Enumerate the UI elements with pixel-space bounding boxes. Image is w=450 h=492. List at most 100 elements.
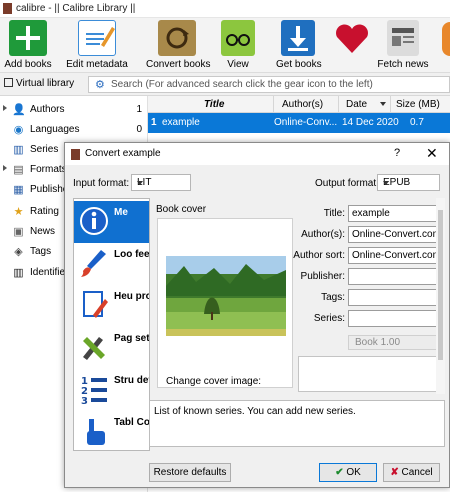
cell-authors: Online-Conv...: [274, 117, 338, 128]
cell-size: 0.7: [410, 117, 424, 128]
title-value: example: [352, 208, 390, 219]
fetch-news-label: Fetch news: [377, 59, 429, 70]
section-page-setup[interactable]: Pag setu: [74, 327, 150, 369]
author-sort-value: Online-Convert.com: [352, 250, 440, 261]
scrollbar-thumb[interactable]: [438, 210, 443, 360]
series-index-spinbox[interactable]: Book 1.00: [348, 335, 440, 350]
search-bar: Virtual library ⚙ Search (For advanced s…: [0, 73, 450, 96]
expand-arrow-icon[interactable]: [3, 105, 7, 111]
section-label: Me: [114, 207, 128, 218]
chevron-down-icon: [137, 181, 143, 185]
authors-field[interactable]: Online-Convert.com: [348, 226, 440, 243]
app-titlebar: calibre - || Calibre Library ||: [0, 0, 450, 18]
section-label: Loo feel: [114, 249, 150, 260]
newspaper-icon: ▣: [13, 226, 24, 238]
library-icon: [4, 78, 13, 87]
convert-books-icon: [158, 20, 196, 56]
convert-books-button[interactable]: Convert books: [146, 20, 211, 70]
restore-defaults-button[interactable]: Restore defaults: [149, 463, 231, 482]
help-text-box: List of known series. You can add new se…: [149, 400, 445, 447]
column-header-size[interactable]: Size (MB): [396, 99, 440, 110]
conversion-section-list: Me Loo feel Heu proc Pag setu 123 Stru d…: [73, 198, 150, 451]
sidebar-item-authors[interactable]: 👤 Authors 1: [0, 100, 148, 120]
paintbrush-icon: [81, 250, 106, 277]
tags-field[interactable]: [348, 289, 440, 306]
main-toolbar: Add books Edit metadata Convert books Vi…: [0, 18, 450, 73]
star-icon: ★: [13, 206, 24, 218]
cell-title: example: [162, 117, 200, 128]
get-books-button[interactable]: Get books: [276, 20, 322, 70]
book-cover-frame: [157, 218, 293, 388]
add-books-button[interactable]: Add books: [4, 20, 52, 70]
tag-icon: ◈: [14, 246, 23, 258]
edit-metadata-button[interactable]: Edit metadata: [66, 20, 128, 70]
title-label: Title:: [323, 208, 345, 219]
checkmark-icon: ✔: [335, 467, 344, 478]
column-header-title[interactable]: Title: [204, 99, 224, 110]
expand-arrow-icon[interactable]: [3, 165, 7, 171]
publisher-field[interactable]: [348, 268, 440, 285]
cancel-label: Cancel: [401, 467, 433, 478]
fetch-news-button[interactable]: Fetch news: [376, 20, 430, 70]
window-title: calibre - || Calibre Library ||: [16, 3, 136, 14]
section-look-and-feel[interactable]: Loo feel: [74, 243, 150, 285]
table-row[interactable]: 1 example Online-Conv... 14 Dec 2020 0.7: [148, 113, 450, 133]
output-format-label: Output format:: [315, 178, 379, 189]
sidebar-item-label: Formats: [30, 164, 67, 175]
authors-label: Author(s):: [301, 229, 345, 240]
info-icon: [80, 207, 108, 235]
numbered-list-icon: 123: [81, 376, 107, 405]
section-metadata[interactable]: Me: [74, 201, 149, 243]
add-book-icon: [9, 20, 47, 56]
view-button[interactable]: View: [220, 20, 256, 70]
help-text: List of known series. You can add new se…: [154, 406, 356, 417]
sidebar-item-label: Languages: [30, 124, 80, 135]
person-icon: 👤: [12, 104, 26, 116]
section-heuristic[interactable]: Heu proc: [74, 285, 149, 327]
get-books-icon: [281, 20, 315, 56]
section-label: Tabl Con: [114, 417, 150, 428]
section-structure-detection[interactable]: 123 Stru dete: [74, 369, 149, 411]
sidebar-item-languages[interactable]: ◉ Languages 0: [0, 120, 148, 140]
svg-text:3: 3: [81, 396, 88, 405]
column-header-authors[interactable]: Author(s): [282, 99, 323, 110]
search-input[interactable]: ⚙ Search (For advanced search click the …: [88, 76, 450, 93]
help-lifebuoy-icon[interactable]: [442, 22, 450, 56]
input-format-select[interactable]: LIT: [131, 174, 191, 191]
cancel-button[interactable]: ✘ Cancel: [383, 463, 440, 482]
panel-scrollbar[interactable]: [436, 198, 445, 394]
series-field[interactable]: [348, 310, 440, 327]
close-icon[interactable]: ✕: [426, 145, 438, 162]
title-field[interactable]: example: [348, 205, 440, 222]
add-books-label: Add books: [4, 59, 52, 70]
column-header-date[interactable]: Date: [346, 99, 367, 110]
newspaper-icon: [387, 20, 419, 56]
ok-button[interactable]: ✔ OK: [319, 463, 377, 482]
gear-icon[interactable]: ⚙: [95, 78, 105, 91]
convert-dialog: Convert example ? ✕ Input format: LIT Ou…: [64, 142, 450, 488]
help-button[interactable]: ?: [394, 147, 400, 159]
book-list-header: Title Author(s) Date Size (MB): [148, 96, 450, 113]
calibre-app-icon: [3, 3, 12, 14]
author-sort-field[interactable]: Online-Convert.com: [348, 247, 440, 264]
calibre-app-icon: [71, 149, 80, 160]
donate-heart[interactable]: [332, 20, 372, 56]
view-icon: [221, 20, 255, 56]
sidebar-item-label: Identifier: [30, 267, 69, 278]
series-index-value: Book 1.00: [355, 337, 401, 348]
section-label: Pag setu: [114, 333, 150, 344]
hand-pointer-icon: [87, 419, 105, 445]
publisher-label: Publisher:: [300, 271, 345, 282]
series-label: Series:: [313, 313, 345, 324]
change-cover-label: Change cover image:: [166, 376, 262, 387]
chevron-down-icon: [383, 181, 389, 185]
view-label: View: [227, 59, 249, 70]
authors-value: Online-Convert.com: [352, 229, 440, 240]
virtual-library-button[interactable]: Virtual library: [4, 78, 74, 89]
sidebar-item-label: Authors: [30, 104, 65, 115]
convert-books-label: Convert books: [146, 59, 211, 70]
tags-label: Tags:: [321, 292, 345, 303]
output-format-select[interactable]: EPUB: [377, 174, 440, 191]
section-table-of-contents[interactable]: Tabl Con: [74, 411, 150, 450]
comments-editor[interactable]: [298, 356, 440, 392]
